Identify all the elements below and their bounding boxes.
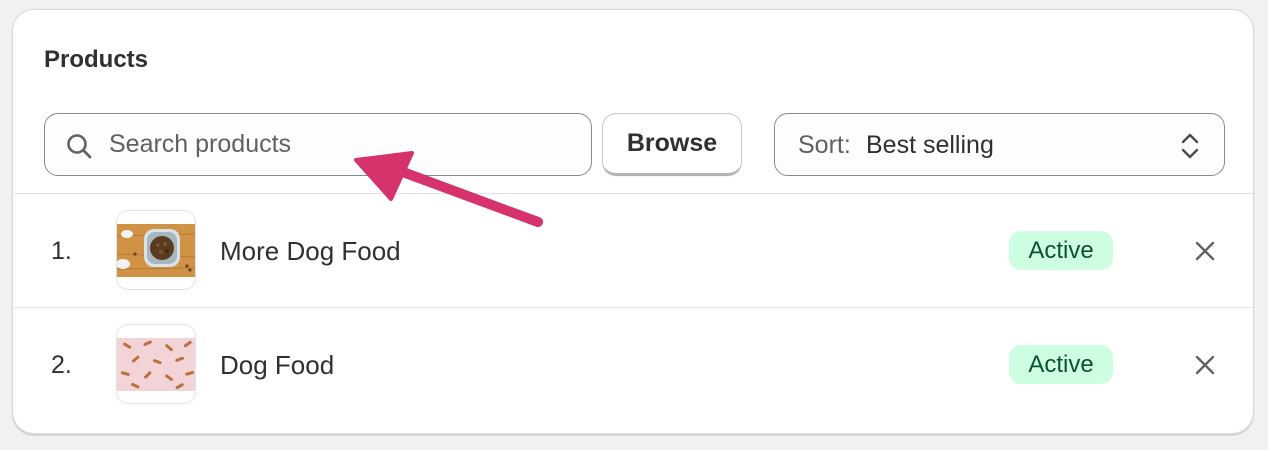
product-row: 2. Dog Food Active <box>13 308 1253 420</box>
product-thumbnail <box>116 210 196 290</box>
sort-value: Best selling <box>866 131 994 159</box>
product-name[interactable]: More Dog Food <box>220 236 401 267</box>
sort-chevrons-icon <box>1181 133 1199 159</box>
close-icon[interactable] <box>1191 351 1219 379</box>
card-title: Products <box>44 46 149 73</box>
status-badge: Active <box>1009 345 1113 384</box>
product-name[interactable]: Dog Food <box>220 350 334 381</box>
sort-label: Sort: <box>798 131 851 159</box>
search-icon <box>67 134 92 159</box>
search-field[interactable] <box>44 113 592 176</box>
sort-select[interactable]: Sort: Best selling <box>774 113 1225 176</box>
product-row: 1. More Dog Food Active <box>13 194 1253 306</box>
row-index: 2. <box>51 351 72 379</box>
status-badge: Active <box>1009 231 1113 270</box>
row-index: 1. <box>51 237 72 265</box>
dog-food-bowl-image <box>117 224 195 277</box>
search-input[interactable] <box>109 114 579 175</box>
product-thumbnail <box>116 324 196 404</box>
products-card: Products Browse Sort: Best selling 1. <box>12 9 1254 434</box>
browse-button[interactable]: Browse <box>602 113 742 176</box>
close-icon[interactable] <box>1191 237 1219 265</box>
dog-bones-pattern-image <box>117 338 195 391</box>
